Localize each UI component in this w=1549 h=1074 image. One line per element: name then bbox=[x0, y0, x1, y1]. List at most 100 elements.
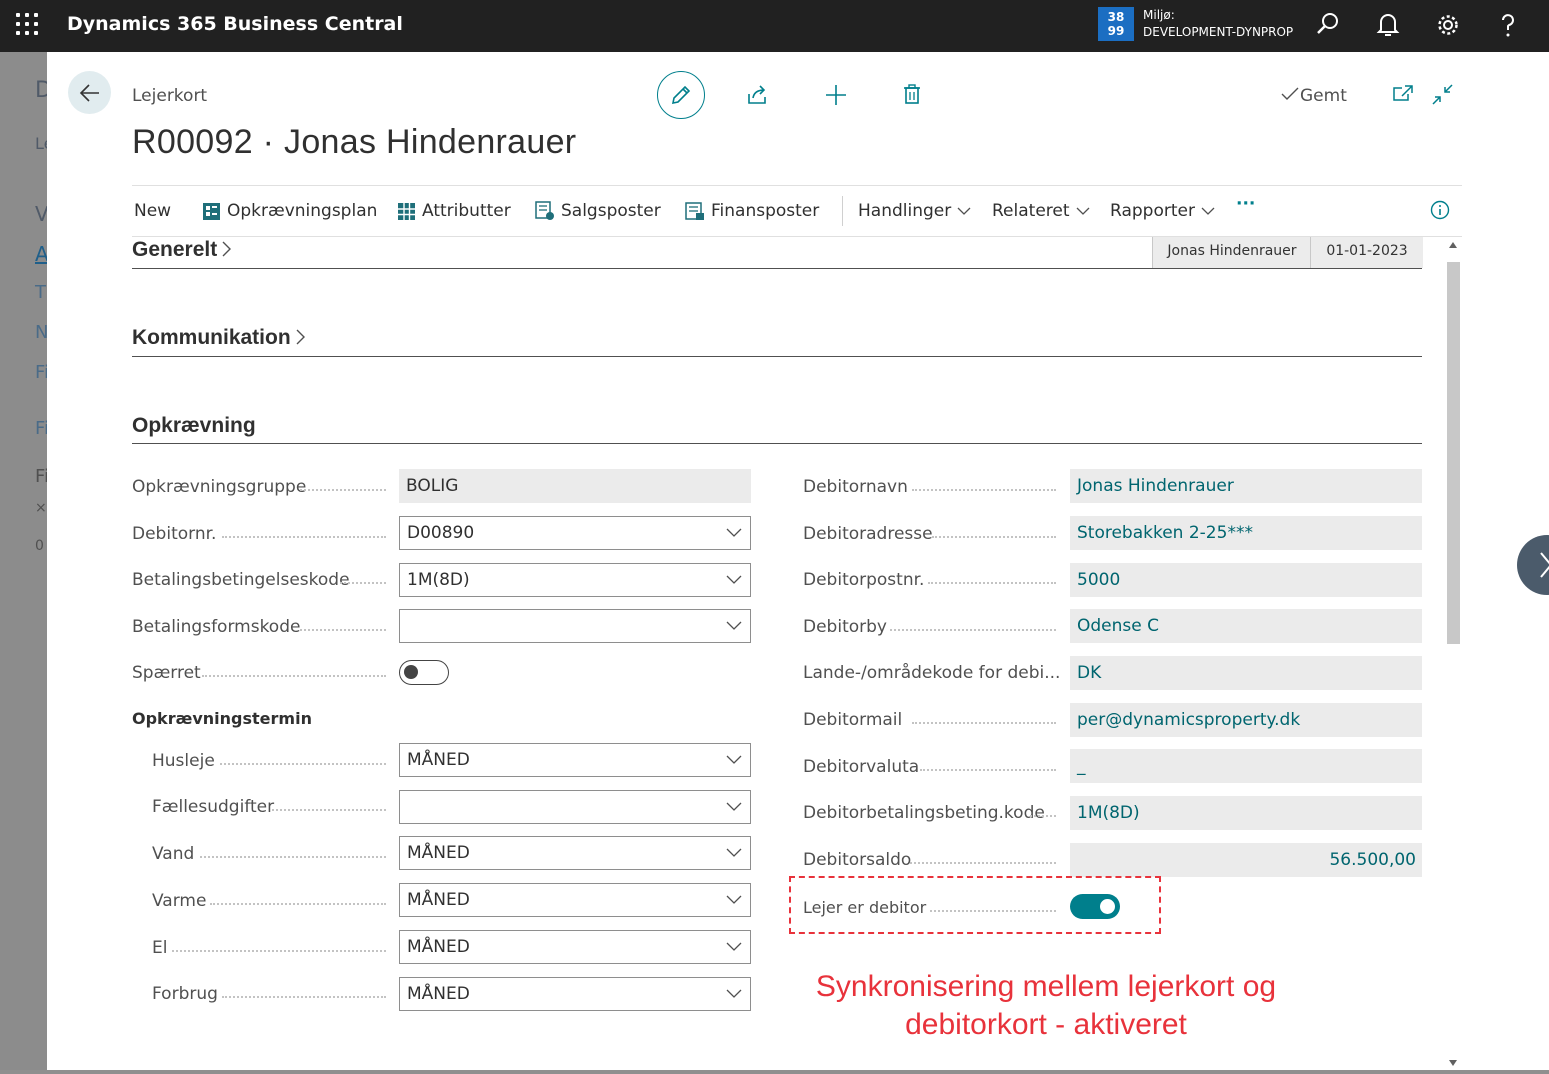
rapporter-menu[interactable]: Rapporter bbox=[1110, 201, 1215, 221]
environment-label: Miljø: bbox=[1143, 8, 1175, 22]
scrollbar-thumb[interactable] bbox=[1447, 262, 1460, 644]
faellesudgifter-dropdown[interactable] bbox=[399, 790, 751, 824]
debitormail-label: Debitormail bbox=[803, 710, 903, 730]
vand-dropdown[interactable]: MÅNED bbox=[399, 836, 751, 870]
share-icon bbox=[748, 85, 766, 104]
salgsposter-action[interactable]: Salgsposter bbox=[535, 201, 661, 221]
chevron-down-icon bbox=[726, 802, 742, 811]
debitornavn-field[interactable]: Jonas Hindenrauer bbox=[1070, 469, 1422, 503]
relateret-label: Relateret bbox=[992, 201, 1070, 221]
chevron-right-icon bbox=[296, 329, 305, 345]
breadcrumb: Lejerkort bbox=[132, 86, 208, 106]
dot-leader bbox=[222, 534, 386, 538]
opkraevningsplan-action[interactable]: Opkrævningsplan bbox=[202, 201, 377, 221]
plus-icon bbox=[826, 85, 846, 105]
chevron-right-icon bbox=[1540, 552, 1549, 578]
share-button[interactable] bbox=[745, 82, 771, 108]
debitormail-field[interactable]: per@dynamicsproperty.dk bbox=[1070, 703, 1422, 737]
salgsposter-label: Salgsposter bbox=[561, 201, 661, 221]
debitornr-dropdown[interactable]: D00890 bbox=[399, 516, 751, 550]
dot-leader bbox=[932, 534, 1056, 538]
finansposter-action[interactable]: Finansposter bbox=[685, 201, 819, 221]
debitornr-value: D00890 bbox=[407, 523, 475, 543]
edit-button[interactable] bbox=[657, 71, 705, 119]
attributter-action[interactable]: Attributter bbox=[397, 201, 511, 221]
section-opkraevning[interactable]: Opkrævning bbox=[132, 414, 256, 438]
section-generelt[interactable]: Generelt bbox=[132, 238, 232, 262]
el-dropdown[interactable]: MÅNED bbox=[399, 930, 751, 964]
environment-badge[interactable]: 38 99 bbox=[1098, 7, 1134, 41]
attributter-label: Attributter bbox=[422, 201, 511, 221]
section-divider bbox=[132, 443, 1422, 444]
husleje-dropdown[interactable]: MÅNED bbox=[399, 743, 751, 777]
section-generelt-label: Generelt bbox=[132, 238, 218, 261]
new-action[interactable]: New bbox=[134, 201, 171, 221]
dot-leader bbox=[890, 627, 1056, 631]
collapse-button[interactable] bbox=[1430, 82, 1456, 108]
dot-leader bbox=[202, 673, 386, 677]
bell-icon[interactable] bbox=[1373, 10, 1403, 40]
dot-leader bbox=[222, 994, 386, 998]
dot-leader bbox=[920, 767, 1056, 771]
rapporter-label: Rapporter bbox=[1110, 201, 1195, 221]
el-label: El bbox=[152, 938, 168, 958]
open-new-window-button[interactable] bbox=[1390, 82, 1416, 108]
spaerret-toggle[interactable] bbox=[399, 660, 449, 685]
next-record-button[interactable] bbox=[1517, 535, 1549, 595]
debitorsaldo-label: Debitorsaldo bbox=[803, 850, 912, 870]
app-launcher-icon[interactable] bbox=[16, 13, 38, 35]
debitorpostnr-field[interactable]: 5000 bbox=[1070, 563, 1422, 597]
info-icon[interactable] bbox=[1430, 200, 1450, 220]
dot-leader bbox=[300, 627, 386, 631]
environment-info[interactable]: Miljø: DEVELOPMENT-DYNPROP bbox=[1143, 7, 1293, 41]
debitoradresse-label: Debitoradresse bbox=[803, 524, 933, 544]
delete-button[interactable] bbox=[899, 82, 925, 108]
betalingsbetingelseskode-dropdown[interactable]: 1M(8D) bbox=[399, 563, 751, 597]
debitornavn-label: Debitornavn bbox=[803, 477, 908, 497]
back-button[interactable] bbox=[68, 71, 111, 114]
search-icon[interactable] bbox=[1313, 10, 1343, 40]
relateret-menu[interactable]: Relateret bbox=[992, 201, 1090, 221]
debitorby-field[interactable]: Odense C bbox=[1070, 609, 1422, 643]
gear-icon[interactable] bbox=[1433, 10, 1463, 40]
betalingsformskode-dropdown[interactable] bbox=[399, 609, 751, 643]
more-options-button[interactable]: ··· bbox=[1236, 194, 1255, 214]
debitorbetalingsbeting-label: Debitorbetalingsbeting.kode bbox=[803, 803, 1045, 823]
environment-badge-line2: 99 bbox=[1107, 24, 1125, 38]
debitorsaldo-field[interactable]: 56.500,00 bbox=[1070, 843, 1422, 877]
debitornr-label: Debitornr. bbox=[132, 524, 217, 544]
debitorvaluta-field[interactable]: _ bbox=[1070, 749, 1422, 783]
help-icon[interactable] bbox=[1493, 10, 1523, 40]
landekode-field[interactable]: DK bbox=[1070, 656, 1422, 690]
varme-value: MÅNED bbox=[407, 890, 470, 910]
debitoradresse-field[interactable]: Storebakken 2-25*** bbox=[1070, 516, 1422, 550]
pencil-icon bbox=[671, 85, 691, 105]
dot-leader bbox=[300, 487, 386, 491]
dot-leader bbox=[220, 761, 386, 765]
background-item-fragment: × bbox=[35, 500, 47, 516]
chevron-down-icon bbox=[726, 989, 742, 998]
app-title[interactable]: Dynamics 365 Business Central bbox=[67, 13, 403, 35]
forbrug-dropdown[interactable]: MÅNED bbox=[399, 977, 751, 1011]
chevron-down-icon bbox=[726, 528, 742, 537]
vand-label: Vand bbox=[152, 844, 195, 864]
dot-leader bbox=[200, 854, 386, 858]
action-separator bbox=[842, 196, 843, 226]
grid-icon bbox=[398, 202, 415, 220]
new-record-button[interactable] bbox=[823, 82, 849, 108]
page-title: R00092 · Jonas Hindenrauer bbox=[132, 123, 577, 161]
vand-value: MÅNED bbox=[407, 843, 470, 863]
varme-dropdown[interactable]: MÅNED bbox=[399, 883, 751, 917]
forbrug-label: Forbrug bbox=[152, 984, 218, 1004]
debitorbetalingsbeting-field[interactable]: 1M(8D) bbox=[1070, 796, 1422, 830]
ledger-entries-icon bbox=[535, 201, 554, 220]
husleje-value: MÅNED bbox=[407, 750, 470, 770]
opkraevningsplan-label: Opkrævningsplan bbox=[227, 201, 378, 221]
debitorby-label: Debitorby bbox=[803, 617, 887, 637]
chevron-right-icon bbox=[222, 241, 232, 257]
handlinger-menu[interactable]: Handlinger bbox=[858, 201, 971, 221]
opkraevningsgruppe-field[interactable]: BOLIG bbox=[399, 469, 751, 503]
checkmark-icon bbox=[1281, 87, 1299, 100]
chevron-down-icon bbox=[1076, 207, 1089, 215]
section-kommunikation[interactable]: Kommunikation bbox=[132, 326, 306, 350]
